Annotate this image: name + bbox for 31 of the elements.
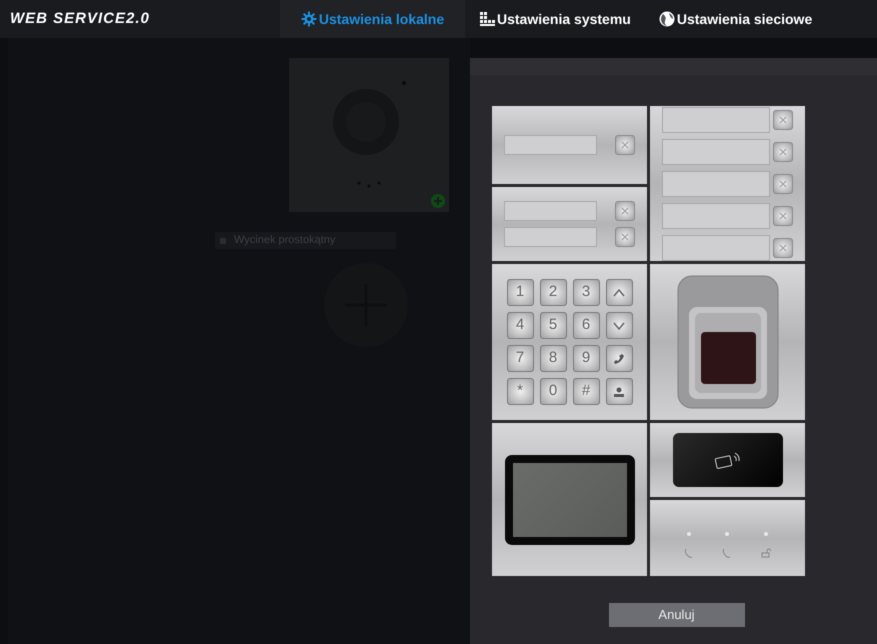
person-icon — [613, 386, 625, 398]
keypad-key: 0 — [540, 378, 566, 405]
keypad-module[interactable]: 1 2 3 4 5 6 7 8 9 * 0 # — [492, 264, 647, 420]
cancel-button[interactable]: Anuluj — [608, 603, 744, 627]
card-reader-module[interactable] — [650, 423, 805, 497]
keypad-key: * — [506, 378, 534, 405]
globe-icon — [658, 11, 675, 27]
handset-icon — [722, 548, 732, 558]
keypad-key: 4 — [506, 312, 534, 339]
keypad-key: 3 — [572, 279, 600, 306]
fingerprint-module[interactable] — [650, 264, 805, 420]
name-plate-module[interactable] — [492, 106, 647, 184]
card-tap-icon — [714, 451, 742, 469]
handset-icon — [684, 548, 694, 558]
logo: WEB SERVICE2.0 — [10, 8, 151, 29]
nav-tab[interactable]: Ustawienia lokalne — [280, 0, 465, 38]
keypad-key: 5 — [540, 312, 566, 339]
keypad-key: 8 — [540, 345, 566, 372]
display-module[interactable] — [492, 423, 647, 576]
keypad-key: 7 — [506, 345, 534, 372]
keypad-key: 1 — [506, 279, 534, 306]
chevron-up-icon — [613, 288, 625, 296]
keypad-key: 6 — [572, 312, 600, 339]
chevron-down-icon — [613, 322, 625, 330]
phone-icon — [613, 352, 625, 364]
building-icon — [479, 11, 495, 27]
keypad-key: 9 — [572, 345, 600, 372]
keypad-key: # — [572, 378, 600, 405]
plus-icon — [431, 194, 445, 208]
padlock-icon — [760, 548, 771, 558]
keypad-key: 2 — [540, 279, 566, 306]
